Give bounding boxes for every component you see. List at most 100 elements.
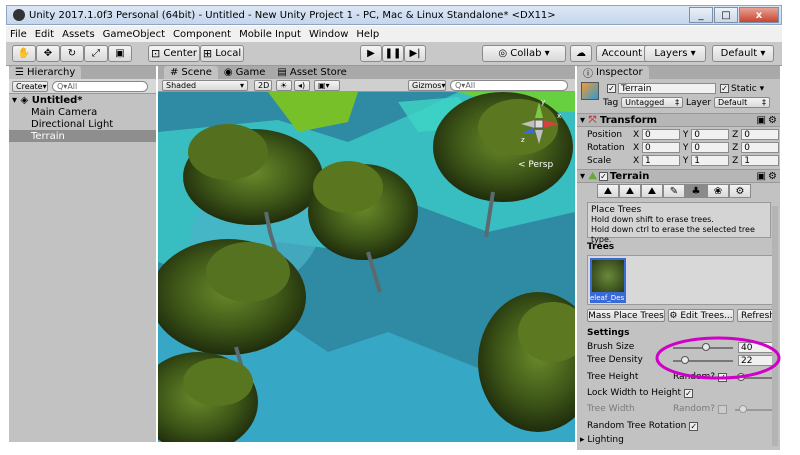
inspector-scrollbar[interactable] bbox=[772, 206, 778, 446]
hand-tool-icon[interactable]: ✋ bbox=[12, 45, 36, 62]
help-book-icon[interactable]: ▣ bbox=[757, 115, 766, 126]
place-trees-icon[interactable]: ♣ bbox=[685, 184, 707, 198]
tool-help-box: Place Trees Hold down shift to erase tre… bbox=[587, 202, 771, 244]
layer-dropdown[interactable]: Default ‡ bbox=[713, 97, 770, 108]
menu-edit[interactable]: Edit bbox=[31, 29, 58, 40]
hierarchy-item-terrain[interactable]: Terrain bbox=[9, 130, 156, 142]
tab-hierarchy[interactable]: ☰ Hierarchy bbox=[9, 66, 82, 79]
active-checkbox[interactable]: ✓ bbox=[607, 84, 616, 93]
raise-terrain-icon[interactable]: ⛰ bbox=[597, 184, 619, 198]
position-x-field[interactable]: 0 bbox=[642, 129, 681, 140]
static-checkbox[interactable]: ✓ bbox=[720, 84, 729, 93]
paint-height-icon[interactable]: ⛰ bbox=[619, 184, 641, 198]
layer-label: Layer bbox=[686, 97, 712, 108]
triangle-down-icon: ▾ bbox=[580, 114, 586, 126]
create-dropdown[interactable]: Create ▾ bbox=[12, 80, 48, 92]
scale-x-field[interactable]: 1 bbox=[642, 155, 681, 166]
tab-scene[interactable]: # Scene bbox=[164, 66, 218, 79]
minimize-button[interactable]: _ bbox=[689, 7, 713, 23]
cloud-icon: ☁ bbox=[576, 48, 586, 59]
rotation-z-field[interactable]: 0 bbox=[741, 142, 780, 153]
tab-game[interactable]: ◉ Game bbox=[217, 66, 272, 79]
component-settings-icon[interactable]: ⚙ bbox=[768, 115, 777, 126]
menu-assets[interactable]: Assets bbox=[58, 29, 99, 40]
transform-header[interactable]: ▾ ⤧ Transform ▣ ⚙ bbox=[577, 113, 780, 127]
position-z-field[interactable]: 0 bbox=[741, 129, 780, 140]
audio-toggle-icon[interactable]: ◂) bbox=[294, 80, 310, 91]
cloud-button[interactable]: ☁ bbox=[570, 45, 592, 62]
hierarchy-item-main-camera[interactable]: Main Camera bbox=[9, 106, 156, 118]
terrain-settings-icon[interactable]: ⚙ bbox=[729, 184, 751, 198]
position-y-field[interactable]: 0 bbox=[691, 129, 730, 140]
terrain-enabled-checkbox[interactable]: ✓ bbox=[598, 171, 608, 181]
gameobject-cube-icon bbox=[581, 82, 599, 100]
pivot-center-button[interactable]: ⊡ Center bbox=[148, 45, 200, 62]
terrain-component-header[interactable]: ▾ ⛰ ✓ Terrain ▣ ⚙ bbox=[577, 169, 780, 183]
menu-file[interactable]: File bbox=[6, 29, 31, 40]
tree-prototype-list: eleaf_Des bbox=[587, 255, 773, 305]
lighting-foldout[interactable]: ▸ Lighting bbox=[577, 435, 780, 445]
paint-details-icon[interactable]: ❀ bbox=[707, 184, 729, 198]
menu-component[interactable]: Component bbox=[169, 29, 235, 40]
object-name-field[interactable]: Terrain bbox=[618, 83, 716, 94]
hierarchy-search-input[interactable]: Q▾All bbox=[52, 80, 148, 92]
game-icon: ◉ bbox=[223, 67, 233, 78]
unity-scene-icon: ◈ bbox=[20, 94, 29, 106]
close-button[interactable]: x bbox=[739, 7, 779, 23]
rect-tool-icon[interactable]: ▣ bbox=[108, 45, 132, 62]
scene-root-row[interactable]: ▾ ◈ Untitled* bbox=[9, 94, 156, 106]
scale-z-field[interactable]: 1 bbox=[741, 155, 780, 166]
play-button[interactable]: ▶ bbox=[360, 45, 382, 62]
rotation-y-field[interactable]: 0 bbox=[691, 142, 730, 153]
info-icon: ⓘ bbox=[583, 69, 593, 80]
component-settings-icon[interactable]: ⚙ bbox=[768, 171, 777, 182]
effects-dropdown-icon[interactable]: ▣▾ bbox=[314, 80, 340, 91]
inspector-panel: ⓘ Inspector ✓ Terrain ✓ Static ▾ Tag Unta… bbox=[577, 66, 780, 450]
smooth-height-icon[interactable]: ⛰ bbox=[641, 184, 663, 198]
maximize-button[interactable]: □ bbox=[714, 7, 738, 23]
pause-button[interactable]: ❚❚ bbox=[382, 45, 404, 62]
lock-width-row: Lock Width to Height ✓ bbox=[587, 388, 693, 398]
pivot-local-button[interactable]: ⊞ Local bbox=[200, 45, 244, 62]
tab-inspector[interactable]: ⓘ Inspector bbox=[577, 66, 649, 80]
tree-prototype-thumbnail[interactable] bbox=[590, 258, 626, 294]
layout-dropdown[interactable]: Default ▾ bbox=[712, 45, 774, 62]
menu-window[interactable]: Window bbox=[305, 29, 352, 40]
tab-asset-store[interactable]: ▤ Asset Store bbox=[271, 66, 353, 79]
menu-bar: File Edit Assets GameObject Component Mo… bbox=[6, 26, 782, 42]
random-rotation-checkbox[interactable]: ✓ bbox=[689, 421, 699, 431]
lock-width-checkbox[interactable]: ✓ bbox=[683, 388, 693, 398]
refresh-button[interactable]: Refresh bbox=[737, 309, 777, 322]
hierarchy-item-directional-light[interactable]: Directional Light bbox=[9, 118, 156, 130]
persp-label: < Persp bbox=[518, 160, 554, 170]
collab-dropdown[interactable]: ◎ Collab ▾ bbox=[482, 45, 566, 62]
2d-toggle[interactable]: 2D bbox=[254, 80, 272, 91]
layers-dropdown[interactable]: Layers ▾ bbox=[644, 45, 706, 62]
menu-mobile-input[interactable]: Mobile Input bbox=[235, 29, 305, 40]
tool-title: Place Trees bbox=[591, 205, 642, 215]
hierarchy-icon: ☰ bbox=[15, 67, 24, 78]
scene-search-input[interactable]: Q▾All bbox=[450, 80, 568, 91]
mass-place-trees-button[interactable]: Mass Place Trees bbox=[587, 309, 665, 322]
menu-gameobject[interactable]: GameObject bbox=[99, 29, 169, 40]
scale-tool-icon[interactable]: ⤢ bbox=[84, 45, 108, 62]
shading-dropdown[interactable]: Shaded ▾ bbox=[162, 80, 248, 91]
highlight-ellipse bbox=[655, 336, 781, 380]
scale-y-field[interactable]: 1 bbox=[691, 155, 730, 166]
rotation-x-field[interactable]: 0 bbox=[642, 142, 681, 153]
lighting-toggle-icon[interactable]: ☀ bbox=[276, 80, 292, 91]
rotate-tool-icon[interactable]: ↻ bbox=[60, 45, 84, 62]
triangle-right-icon: ▸ bbox=[580, 435, 585, 445]
step-button[interactable]: ▶| bbox=[404, 45, 426, 62]
orientation-gizmo[interactable]: y x z bbox=[513, 98, 565, 158]
tag-dropdown[interactable]: Untagged ‡ bbox=[621, 97, 684, 108]
triangle-down-icon: ▾ bbox=[580, 170, 586, 182]
scene-viewport[interactable]: y x z < Persp bbox=[158, 92, 575, 442]
menu-help[interactable]: Help bbox=[352, 29, 383, 40]
move-tool-icon[interactable]: ✥ bbox=[36, 45, 60, 62]
gizmos-dropdown[interactable]: Gizmos ▾ bbox=[408, 80, 446, 91]
paint-texture-icon[interactable]: ✎ bbox=[663, 184, 685, 198]
edit-trees-button[interactable]: ⚙ Edit Trees... bbox=[668, 309, 734, 322]
help-book-icon[interactable]: ▣ bbox=[757, 171, 766, 182]
tree-width-random-checkbox bbox=[717, 404, 727, 414]
